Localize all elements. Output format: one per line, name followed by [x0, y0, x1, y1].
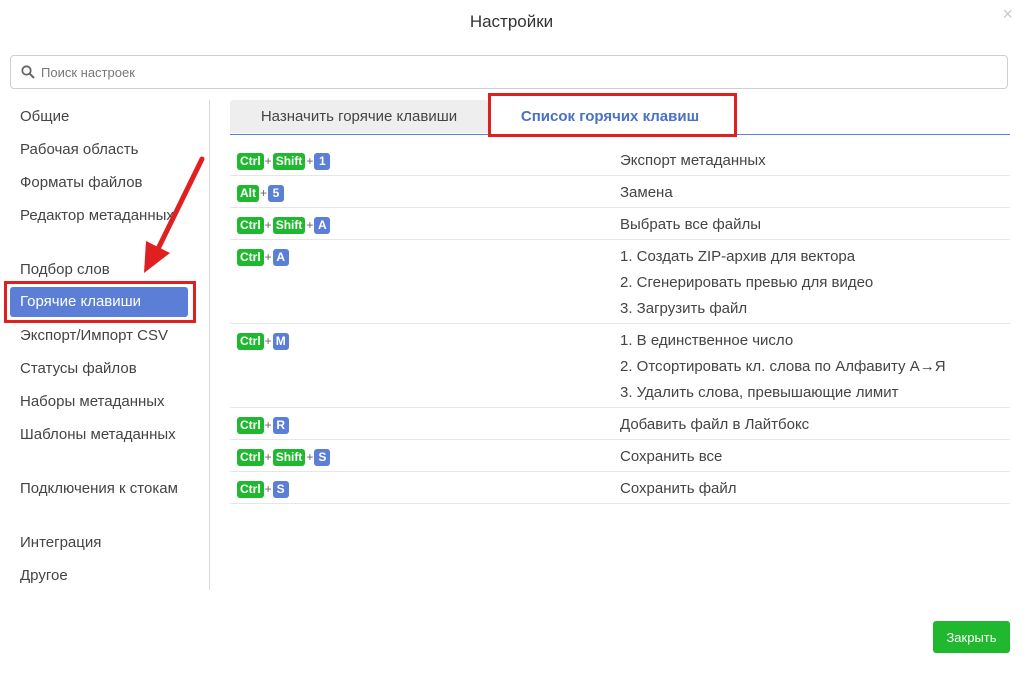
key-combo: Ctrl + A [237, 248, 289, 266]
key-char: A [314, 216, 331, 234]
annotation-arrow [144, 156, 205, 273]
action-description: Сохранить файл [620, 480, 737, 506]
key-ctrl: Ctrl [237, 416, 264, 434]
action-line: Добавить файл в Лайтбокс [620, 416, 810, 433]
key-char: S [272, 480, 289, 498]
key-shift: Shift [272, 216, 306, 234]
table-row: Ctrl + M 1. В единственное число 2. Отсорт… [230, 324, 1010, 408]
action-description: 1. Создать ZIP-архив для вектора 2. Сген… [620, 248, 873, 326]
key-char: R [272, 416, 289, 434]
key-ctrl: Ctrl [237, 152, 264, 170]
table-row: Alt +5 Замена [230, 176, 1010, 208]
key-combo: Ctrl + S [237, 480, 289, 498]
plus-sign: + [264, 250, 272, 264]
action-line: Замена [620, 184, 673, 201]
plus-sign: + [306, 450, 314, 464]
action-line: 2. Сгенерировать превью для видео [620, 274, 874, 291]
action-line: 2. Отсортировать кл. слова по Алфавиту А… [620, 358, 946, 375]
action-description: Замена [620, 184, 673, 210]
sidebar-item-integration[interactable]: Интеграция [20, 532, 195, 553]
key-combo: Ctrl + M [237, 332, 289, 350]
sidebar-item-other[interactable]: Другое [20, 565, 195, 586]
search-box [10, 55, 1008, 89]
key-combo: Ctrl + Shift + A [237, 216, 331, 234]
sidebar-item-general[interactable]: Общие [20, 106, 195, 127]
key-combo: Ctrl + Shift +1 [237, 152, 331, 170]
table-row: Ctrl + S Сохранить файл [230, 472, 1010, 504]
plus-sign: + [264, 334, 272, 348]
plus-sign: + [306, 154, 314, 168]
key-char: S [314, 448, 331, 466]
table-row: Ctrl + A 1. Создать ZIP-архив для вектора … [230, 240, 1010, 324]
action-line: Сохранить все [620, 448, 723, 465]
action-description: 1. В единственное число 2. Отсортировать… [620, 332, 946, 410]
plus-sign: + [306, 218, 314, 232]
close-icon[interactable]: × [1002, 4, 1013, 24]
table-row: Ctrl + Shift + S Сохранить все [230, 440, 1010, 472]
action-description: Добавить файл в Лайтбокс [620, 416, 809, 442]
plus-sign: + [264, 418, 272, 432]
sidebar-item-file-statuses[interactable]: Статусы файлов [20, 358, 195, 379]
key-char: 5 [268, 184, 285, 202]
key-combo: Ctrl + Shift + S [237, 448, 331, 466]
action-line: 1. В единственное число [620, 332, 794, 349]
table-row: Ctrl + R Добавить файл в Лайтбокс [230, 408, 1010, 440]
plus-sign: + [264, 154, 272, 168]
sidebar-item-csv[interactable]: Экспорт/Импорт CSV [20, 325, 195, 346]
table-row: Ctrl + Shift +1 Экспорт метаданных [230, 144, 1010, 176]
key-ctrl: Ctrl [237, 448, 264, 466]
tab-highlight-box [488, 93, 737, 137]
action-description: Выбрать все файлы [620, 216, 761, 242]
key-combo: Ctrl + R [237, 416, 289, 434]
action-description: Экспорт метаданных [620, 152, 766, 178]
action-line: Выбрать все файлы [620, 216, 761, 233]
key-char: 1 [314, 152, 331, 170]
key-alt: Alt [237, 184, 259, 202]
page-title: Настройки [469, 12, 554, 31]
key-combo: Alt +5 [237, 184, 285, 202]
action-description: Сохранить все [620, 448, 722, 474]
action-line: Экспорт метаданных [620, 152, 766, 169]
key-char: A [272, 248, 289, 266]
plus-sign: + [264, 450, 272, 464]
search-input[interactable] [41, 56, 991, 88]
action-line: Сохранить файл [620, 480, 737, 497]
action-line: 3. Удалить слова, превышающие лимит [620, 384, 899, 401]
key-ctrl: Ctrl [237, 216, 264, 234]
key-shift: Shift [272, 448, 306, 466]
action-line: 3. Загрузить файл [620, 300, 748, 317]
key-char: M [272, 332, 289, 350]
plus-sign: + [264, 482, 272, 496]
sidebar-highlight-box [4, 281, 196, 323]
plus-sign: + [264, 218, 272, 232]
sidebar-item-metadata-sets[interactable]: Наборы метаданных [20, 391, 195, 412]
table-row: Ctrl + Shift + A Выбрать все файлы [230, 208, 1010, 240]
sidebar-item-metadata-templates[interactable]: Шаблоны метаданных [20, 424, 195, 445]
sidebar-item-stock-connections[interactable]: Подключения к стокам [20, 478, 195, 499]
key-shift: Shift [272, 152, 306, 170]
action-line: 1. Создать ZIP-архив для вектора [620, 248, 856, 265]
search-icon [21, 65, 35, 79]
key-ctrl: Ctrl [237, 480, 264, 498]
tab-assign-hotkeys[interactable]: Назначить горячие клавиши [230, 100, 488, 133]
close-button[interactable]: Закрыть [933, 621, 1010, 653]
key-ctrl: Ctrl [237, 248, 264, 266]
key-ctrl: Ctrl [237, 332, 264, 350]
plus-sign: + [260, 186, 268, 200]
